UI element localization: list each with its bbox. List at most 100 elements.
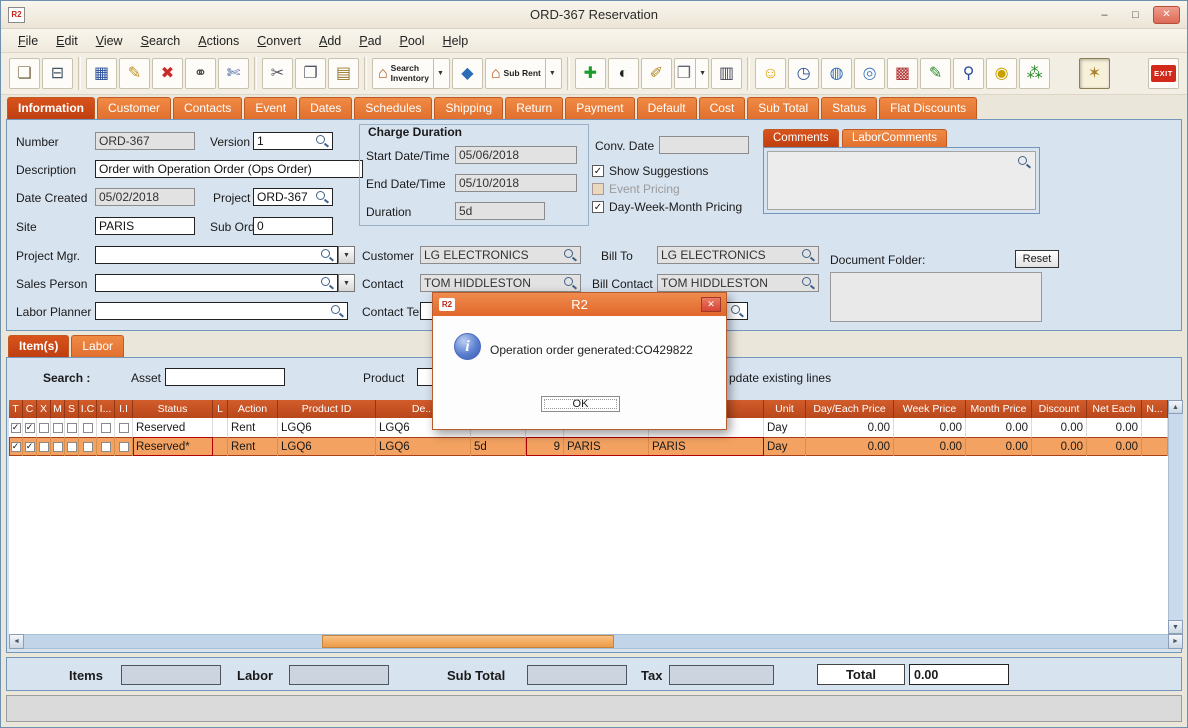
table-cell[interactable]: 0.00 (894, 418, 966, 437)
table-cell[interactable]: LGQ6 (376, 437, 471, 456)
print-icon[interactable]: ⊟ (42, 58, 73, 89)
row-checkbox[interactable] (101, 442, 111, 452)
pool-balls-icon[interactable]: ◐ (608, 58, 639, 89)
tab-return[interactable]: Return (505, 97, 563, 119)
column-header-i-i[interactable]: I.I (115, 400, 133, 418)
duplicate-icon-dropdown-arrow[interactable]: ▼ (695, 59, 706, 88)
tab-items[interactable]: Item(s) (8, 335, 69, 357)
sales-person-dropdown-button[interactable]: ▼ (338, 274, 355, 292)
row-check-cell[interactable] (97, 437, 115, 456)
find-binoculars-icon[interactable]: ⚭ (185, 58, 216, 89)
delete-icon[interactable]: ✖ (152, 58, 183, 89)
form-edit-icon[interactable]: ✐ (641, 58, 672, 89)
bill-to-lookup-icon[interactable] (801, 248, 815, 262)
row-check-cell[interactable] (97, 418, 115, 437)
copy-icon[interactable]: ❐ (295, 58, 326, 89)
horizontal-scroll-thumb[interactable] (322, 635, 614, 648)
table-cell[interactable]: Reserved* (133, 437, 213, 456)
column-header-i-[interactable]: I... (97, 400, 115, 418)
dialog-title-bar[interactable]: R2 R2 ✕ (433, 293, 726, 316)
key-icon[interactable]: ⚲ (953, 58, 984, 89)
table-cell[interactable]: 0.00 (1032, 418, 1087, 437)
table-cell[interactable]: Day (764, 437, 806, 456)
row-check-cell[interactable] (51, 418, 65, 437)
sales-person-lookup-icon[interactable] (320, 276, 334, 290)
save-icon[interactable]: ▦ (86, 58, 117, 89)
table-cell[interactable]: LGQ6 (278, 418, 376, 437)
tab-sub-total[interactable]: Sub Total (747, 97, 819, 119)
row-checkbox[interactable] (83, 423, 93, 433)
row-check-cell[interactable] (79, 437, 97, 456)
tab-shipping[interactable]: Shipping (434, 97, 503, 119)
vertical-scrollbar[interactable]: ▲ ▼ (1168, 400, 1183, 634)
row-check-cell[interactable] (37, 418, 51, 437)
table-cell[interactable]: Day (764, 418, 806, 437)
coins-icon[interactable]: ◉ (986, 58, 1017, 89)
scroll-left-button[interactable]: ◄ (9, 634, 24, 649)
row-checkbox[interactable] (39, 423, 49, 433)
row-check-cell[interactable] (115, 437, 133, 456)
sub-rent-button-dropdown-arrow[interactable]: ▼ (545, 59, 556, 88)
table-cell[interactable] (1142, 418, 1168, 437)
tab-payment[interactable]: Payment (565, 97, 634, 119)
barcode-printer-icon[interactable]: ▥ (711, 58, 742, 89)
scroll-up-button[interactable]: ▲ (1168, 400, 1183, 414)
search-inventory-button[interactable]: ⌂Search Inventory▼ (372, 58, 450, 89)
labor-planner-field[interactable] (95, 302, 348, 320)
tab-comments[interactable]: Comments (763, 129, 839, 147)
tab-flat-discounts[interactable]: Flat Discounts (879, 97, 977, 119)
ok-button[interactable]: OK (541, 396, 620, 412)
column-header-i-c[interactable]: I.C (79, 400, 97, 418)
table-cell[interactable]: PARIS (649, 437, 764, 456)
table-cell[interactable]: PARIS (564, 437, 649, 456)
row-checkbox[interactable]: ✓ (25, 423, 35, 433)
column-header-n-[interactable]: N... (1142, 400, 1168, 418)
menu-convert[interactable]: Convert (248, 30, 310, 52)
column-header-s[interactable]: S (65, 400, 79, 418)
menu-search[interactable]: Search (132, 30, 190, 52)
table-cell[interactable] (213, 418, 228, 437)
row-check-cell[interactable]: ✓ (9, 418, 23, 437)
tab-labor[interactable]: Labor (71, 335, 124, 357)
table-cell[interactable]: 0.00 (806, 418, 894, 437)
row-check-cell[interactable]: ✓ (23, 418, 37, 437)
horizontal-scroll-track[interactable] (24, 634, 1168, 649)
project-mgr-dropdown-button[interactable]: ▼ (338, 246, 355, 264)
tab-default[interactable]: Default (637, 97, 697, 119)
day-week-month-pricing-box[interactable] (592, 201, 604, 213)
table-cell[interactable]: 0.00 (894, 437, 966, 456)
version-lookup-icon[interactable] (315, 134, 329, 148)
contact-tel-lookup-icon[interactable] (730, 304, 744, 318)
row-checkbox[interactable]: ✓ (11, 423, 21, 433)
scroll-down-button[interactable]: ▼ (1168, 620, 1183, 634)
table-cell[interactable] (1142, 437, 1168, 456)
tab-information[interactable]: Information (7, 97, 95, 119)
table-cell[interactable]: 0.00 (1087, 437, 1142, 456)
row-check-cell[interactable] (51, 437, 65, 456)
row-checkbox[interactable] (83, 442, 93, 452)
edit-pencil-icon[interactable]: ✎ (119, 58, 150, 89)
project-mgr-field[interactable] (95, 246, 338, 264)
customer-field[interactable]: LG ELECTRONICS (420, 246, 581, 264)
table-cell[interactable]: LGQ6 (278, 437, 376, 456)
row-check-cell[interactable]: ✓ (9, 437, 23, 456)
row-checkbox[interactable] (119, 442, 129, 452)
row-checkbox[interactable] (119, 423, 129, 433)
tab-customer[interactable]: Customer (97, 97, 171, 119)
table-cell[interactable]: 0.00 (1032, 437, 1087, 456)
paste-icon[interactable]: ▤ (328, 58, 359, 89)
table-cell[interactable]: 0.00 (806, 437, 894, 456)
column-header-unit[interactable]: Unit (764, 400, 806, 418)
table-cell[interactable]: Reserved (133, 418, 213, 437)
menu-add[interactable]: Add (310, 30, 350, 52)
maximize-button[interactable]: □ (1122, 6, 1149, 24)
smiley-icon[interactable]: ☺ (755, 58, 786, 89)
menu-view[interactable]: View (87, 30, 132, 52)
column-header-net-each[interactable]: Net Each (1087, 400, 1142, 418)
cut-icon[interactable]: ✂ (262, 58, 293, 89)
row-checkbox[interactable]: ✓ (11, 442, 21, 452)
notes-edit-icon[interactable]: ✎ (920, 58, 951, 89)
row-checkbox[interactable] (53, 423, 63, 433)
row-check-cell[interactable]: ✓ (23, 437, 37, 456)
fill-droplet-icon[interactable]: ◆ (452, 58, 483, 89)
